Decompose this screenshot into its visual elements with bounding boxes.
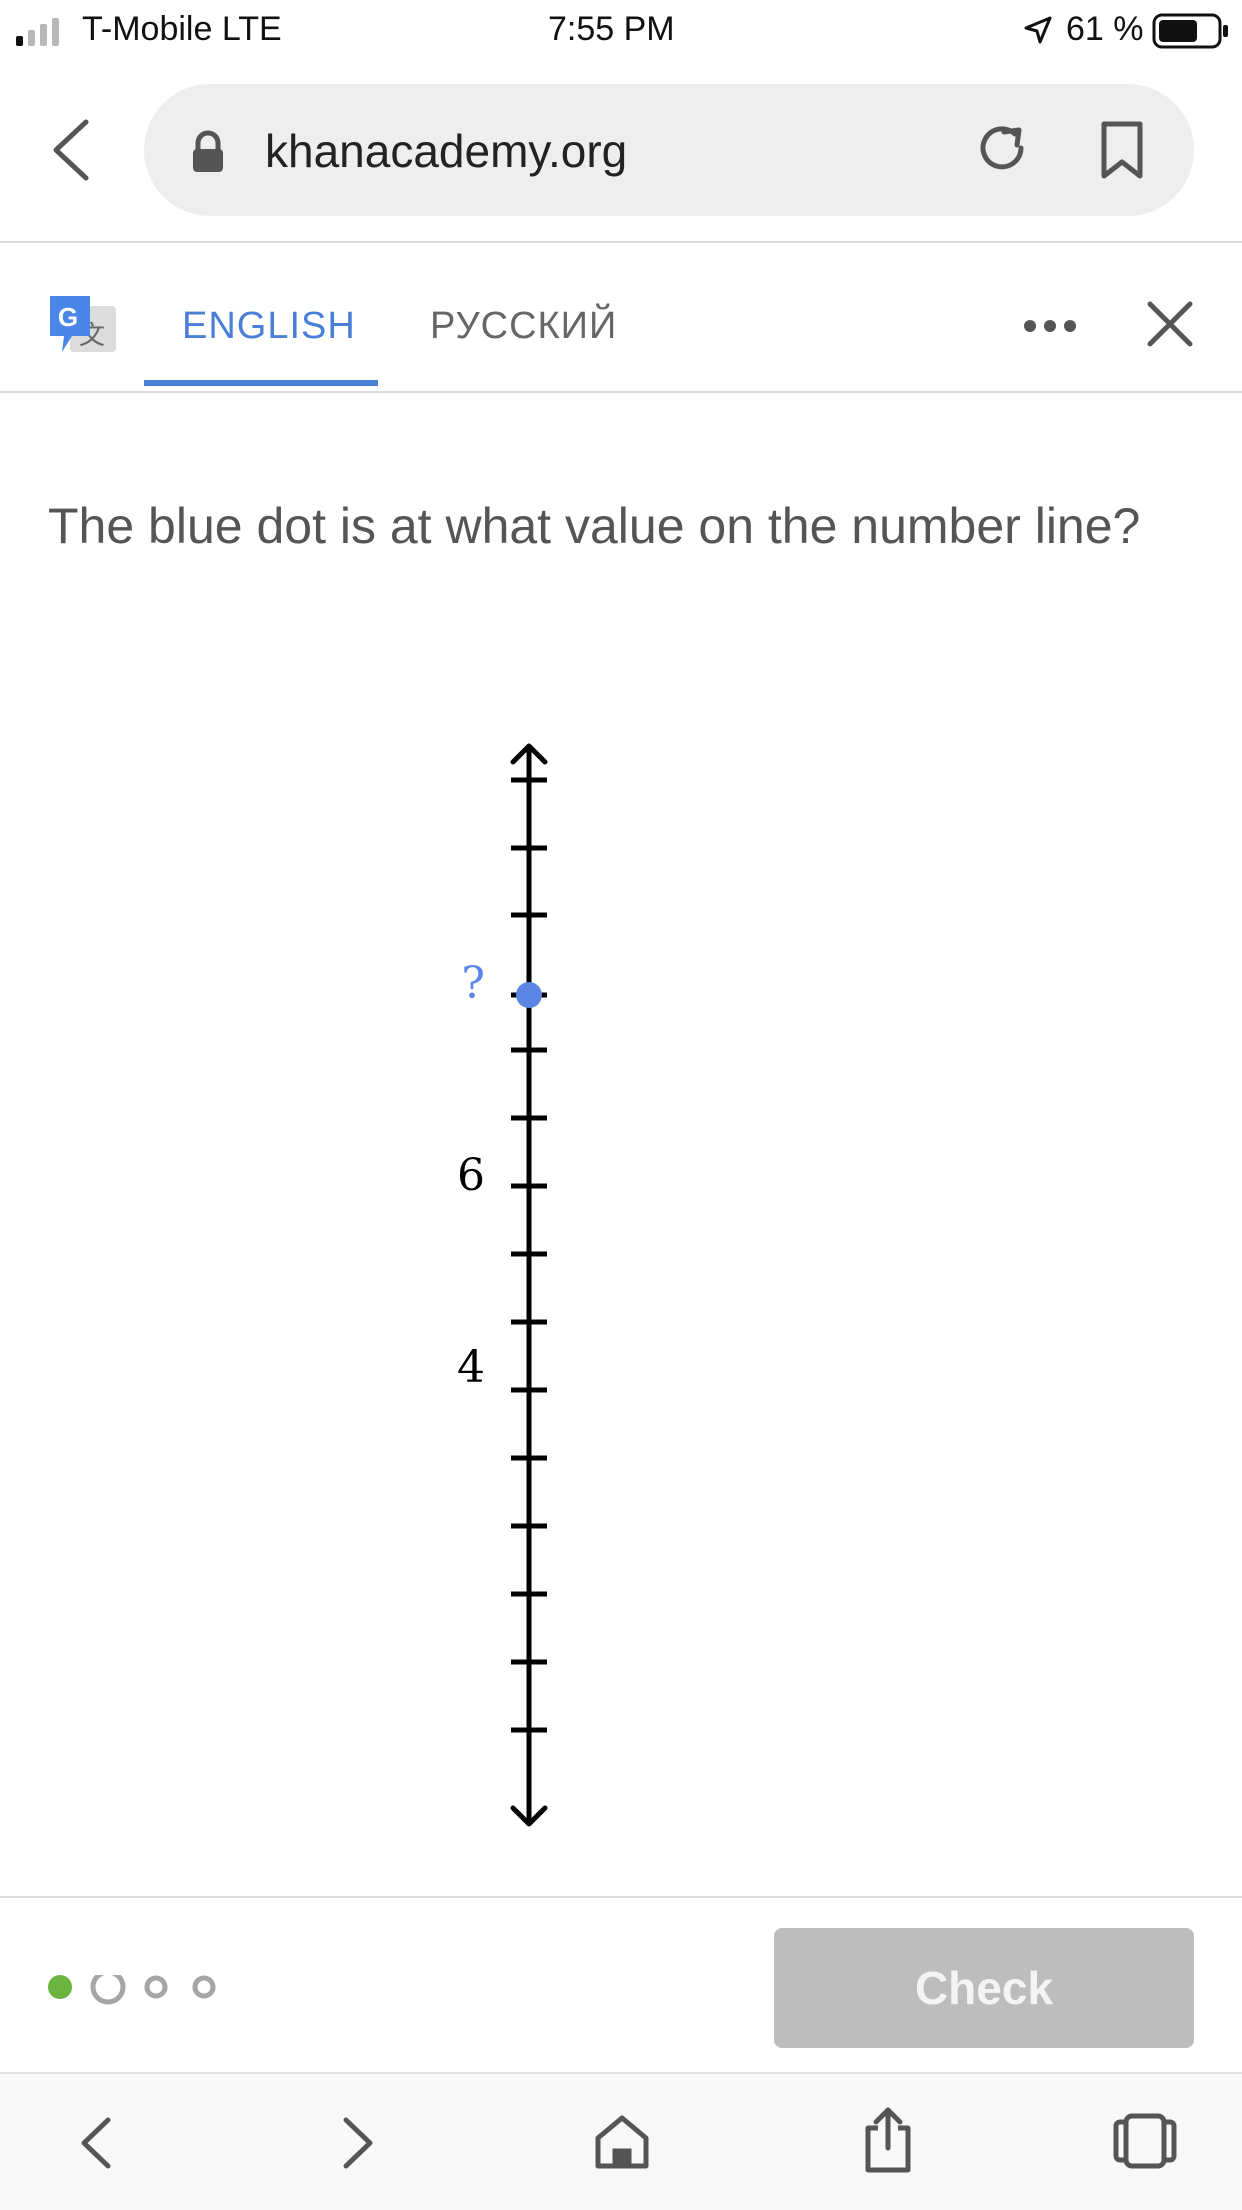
progress-dot-current bbox=[90, 1969, 126, 2005]
svg-text:G: G bbox=[58, 302, 78, 332]
tick-label-4: 4 bbox=[457, 1342, 485, 1393]
number-line: 6 4 ? bbox=[457, 743, 548, 1827]
battery-icon bbox=[1152, 13, 1228, 49]
more-options-icon[interactable] bbox=[1020, 316, 1080, 336]
bookmark-icon[interactable] bbox=[1098, 120, 1146, 180]
reload-icon[interactable] bbox=[974, 120, 1030, 176]
status-bar: T-Mobile LTE 7:55 PM 61 % bbox=[0, 0, 1242, 60]
tab-russian[interactable]: РУССКИЙ bbox=[430, 305, 617, 348]
location-arrow-icon bbox=[1024, 16, 1052, 44]
progress-dots bbox=[48, 1969, 228, 2016]
progress-dot-complete bbox=[48, 1975, 72, 1999]
tabs-icon[interactable] bbox=[1112, 2112, 1178, 2170]
lock-icon bbox=[193, 130, 223, 172]
close-icon[interactable] bbox=[1146, 300, 1194, 348]
progress-dot bbox=[192, 1975, 216, 1999]
tick-label-6: 6 bbox=[457, 1150, 485, 1201]
home-icon[interactable] bbox=[592, 2112, 652, 2172]
google-translate-icon[interactable]: 文 G bbox=[48, 292, 120, 364]
question-text: The blue dot is at what value on the num… bbox=[48, 498, 1141, 554]
active-tab-indicator bbox=[144, 380, 378, 386]
clock: 7:55 PM bbox=[548, 10, 675, 48]
tab-english[interactable]: ENGLISH bbox=[182, 305, 356, 348]
check-button[interactable]: Check bbox=[774, 1928, 1194, 2048]
browser-back-icon[interactable] bbox=[48, 118, 94, 182]
url-text[interactable]: khanacademy.org bbox=[265, 124, 627, 178]
battery-percent: 61 % bbox=[1066, 10, 1144, 48]
carrier-label: T-Mobile LTE bbox=[82, 10, 282, 48]
nav-forward-icon[interactable] bbox=[340, 2116, 376, 2170]
share-icon[interactable] bbox=[862, 2106, 914, 2174]
nav-back-icon[interactable] bbox=[78, 2116, 114, 2170]
blue-dot bbox=[516, 982, 542, 1008]
point-question-label: ? bbox=[461, 958, 485, 1009]
progress-dot bbox=[144, 1975, 168, 1999]
